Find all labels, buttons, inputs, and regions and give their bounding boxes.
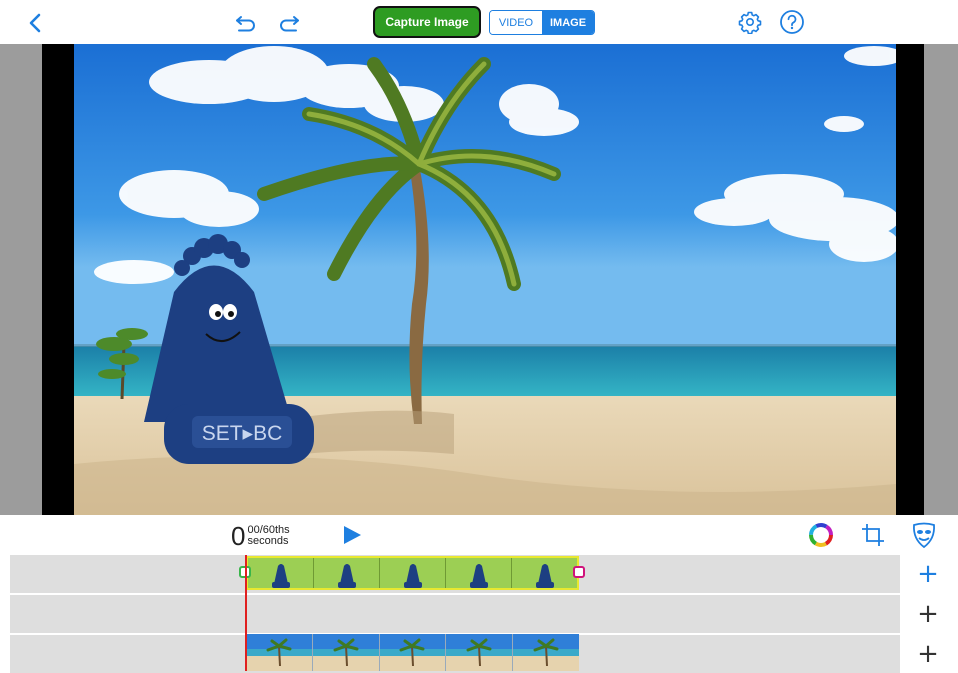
color-wheel-icon (809, 523, 833, 547)
undo-icon (236, 16, 255, 32)
time-unit: seconds (247, 535, 289, 547)
color-wheel-button[interactable] (806, 520, 836, 550)
clip-frame (379, 634, 447, 671)
undo-button[interactable] (231, 8, 261, 38)
mask-button[interactable] (908, 519, 940, 551)
clip-frame (246, 634, 313, 671)
clip-frame (312, 634, 380, 671)
character-thumbnail-icon (535, 564, 554, 588)
timeline: + + + (0, 555, 958, 673)
palm-thumbnail-icon (266, 638, 292, 666)
redo-button[interactable] (274, 8, 304, 38)
clip-frame (380, 558, 446, 588)
clip-frame (513, 634, 579, 671)
settings-gear-icon (738, 11, 762, 34)
playhead[interactable] (245, 555, 247, 671)
add-track-button[interactable]: + (905, 595, 951, 633)
character-thumbnail-icon (469, 564, 488, 588)
palm-thumbnail-icon (533, 638, 559, 666)
clip-frame (446, 634, 514, 671)
plus-icon: + (917, 599, 939, 629)
redo-icon (280, 16, 299, 32)
clip-end-handle[interactable] (573, 566, 585, 578)
crop-icon (862, 524, 884, 546)
help-button[interactable] (777, 7, 807, 37)
beach-scene-image[interactable]: SET▸BC (74, 44, 896, 515)
play-button[interactable] (338, 521, 366, 549)
mode-image-tab[interactable]: IMAGE (542, 11, 594, 34)
add-track-button[interactable]: + (905, 555, 951, 593)
back-icon (29, 13, 41, 33)
time-value: 0 (231, 521, 246, 551)
playback-bar: 0 00/60ths seconds (0, 515, 958, 555)
palm-thumbnail-icon (333, 638, 359, 666)
crop-button[interactable] (858, 520, 888, 550)
mask-icon (913, 522, 935, 549)
clip-frame (248, 558, 314, 588)
add-track-button[interactable]: + (905, 635, 951, 673)
mode-segmented-control: VIDEO IMAGE (489, 10, 595, 35)
mode-video-tab[interactable]: VIDEO (490, 11, 542, 34)
background-clip[interactable] (246, 634, 579, 671)
clip-frame (446, 558, 512, 588)
plus-icon: + (917, 559, 939, 589)
character-thumbnail-icon (403, 564, 422, 588)
settings-button[interactable] (735, 7, 765, 37)
character-label: SET▸BC (202, 422, 283, 445)
character-thumbnail-icon (337, 564, 356, 588)
character-thumbnail-icon (271, 564, 290, 588)
play-icon (344, 526, 361, 544)
help-icon (780, 10, 804, 34)
plus-icon: + (917, 639, 939, 669)
capture-image-button[interactable]: Capture Image (373, 6, 481, 38)
clip-frame (512, 558, 577, 588)
capture-image-label: Capture Image (385, 15, 469, 29)
stage-area: SET▸BC (0, 44, 958, 515)
timeline-track-2[interactable] (10, 595, 900, 633)
palm-thumbnail-icon (466, 638, 492, 666)
back-button[interactable] (20, 8, 50, 38)
time-readout: 0 00/60ths seconds (231, 523, 290, 551)
character-clip[interactable] (246, 556, 579, 590)
top-toolbar: Capture Image VIDEO IMAGE (0, 0, 958, 44)
clip-frame (314, 558, 380, 588)
palm-thumbnail-icon (399, 638, 425, 666)
